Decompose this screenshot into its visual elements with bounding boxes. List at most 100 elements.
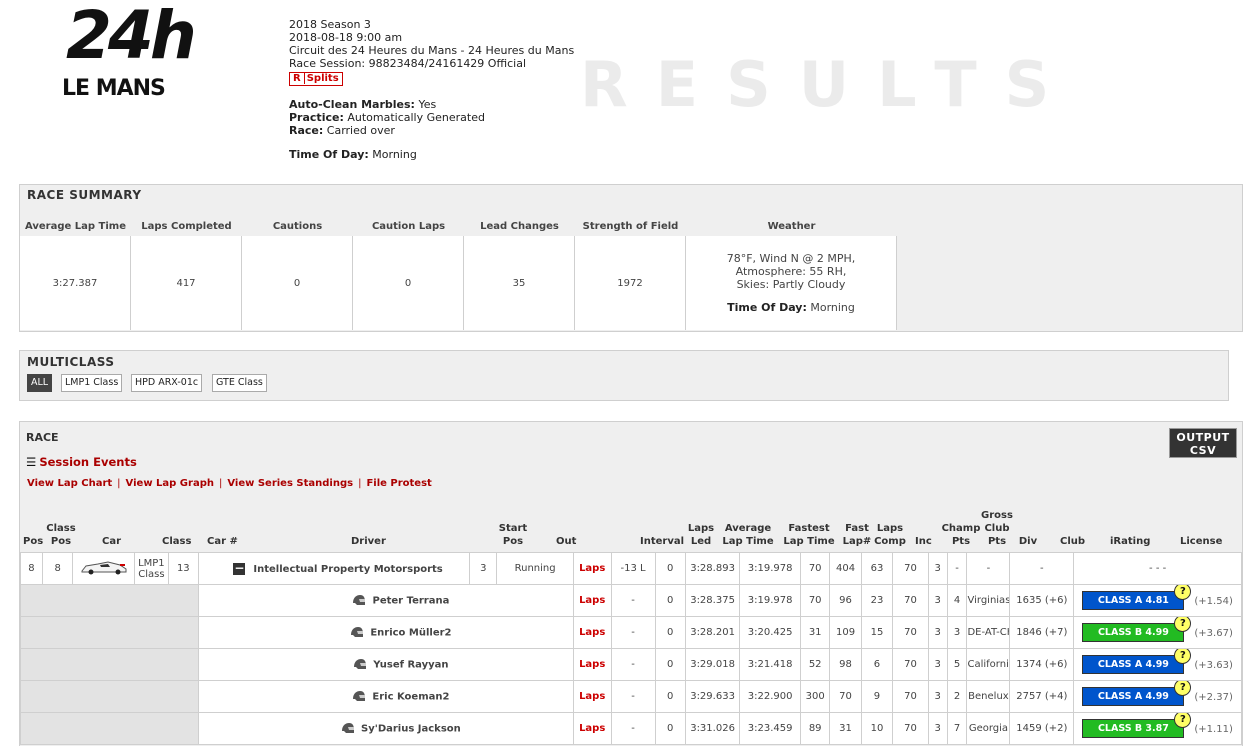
col-class: Class [162, 536, 192, 547]
session-events-link[interactable]: ☰ Session Events [26, 455, 137, 469]
driver-row[interactable]: Enrico Müller2 Laps -0 3:28.201 3:20.425 31 10… [20, 616, 1242, 649]
driver-name-cell: Yusef Rayyan [197, 648, 574, 681]
license-delta: (+3.63) [1194, 659, 1233, 671]
race-summary-panel: RACE SUMMARY Average Lap Time Laps Compl… [19, 184, 1243, 332]
view-lap-chart-link[interactable]: View Lap Chart [27, 478, 112, 489]
le-mans-logo: 24h LE MANS [60, 0, 216, 102]
driver-laps-led: 0 [654, 712, 686, 745]
question-icon[interactable]: ? [1174, 617, 1192, 632]
driver-inc: 15 [860, 616, 894, 649]
team-row[interactable]: 8 8 LMP1 Class 13 − Intellectual Property … [20, 552, 1242, 585]
team-laps-comp: 404 [829, 552, 862, 585]
driver-laps-link[interactable]: Laps [579, 627, 605, 638]
driver-club: California [966, 648, 1011, 681]
driver-row[interactable]: Yusef Rayyan Laps -0 3:29.018 3:21.418 52 98 6 7… [20, 648, 1242, 681]
driver-laps-link[interactable]: Laps [579, 691, 605, 702]
time-of-day-row: Time Of Day: Morning [289, 148, 417, 161]
file-protest-link[interactable]: File Protest [366, 478, 431, 489]
license-badge[interactable]: CLASS A 4.81? [1082, 585, 1192, 610]
view-series-standings-link[interactable]: View Series Standings [227, 478, 353, 489]
question-icon[interactable]: ? [1174, 649, 1192, 664]
license-badge[interactable]: CLASS A 4.99? [1082, 649, 1192, 674]
track-name: Circuit des 24 Heures du Mans - 24 Heure… [289, 44, 575, 57]
driver-irating-delta: (+4) [1044, 691, 1068, 702]
driver-interval: - [610, 584, 656, 617]
license-badge[interactable]: CLASS A 4.99? [1082, 681, 1192, 706]
season-label: 2018 Season 3 [289, 18, 371, 31]
driver-div: 4 [946, 584, 968, 617]
question-icon[interactable]: ? [1174, 681, 1192, 696]
view-lap-graph-link[interactable]: View Lap Graph [126, 478, 214, 489]
driver-name[interactable]: Eric Koeman2 [372, 692, 449, 703]
output-csv-button[interactable]: OUTPUT CSV [1169, 428, 1237, 458]
driver-name[interactable]: Sy'Darius Jackson [361, 724, 461, 735]
multiclass-panel: MULTICLASS ALL LMP1 Class HPD ARX-01c GT… [19, 350, 1229, 401]
driver-gross-pts: 3 [927, 648, 948, 681]
minus-icon[interactable]: − [233, 562, 246, 575]
driver-club: Virginias [966, 584, 1011, 617]
splits-button[interactable]: R Splits [289, 72, 343, 86]
driver-name[interactable]: Yusef Rayyan [373, 660, 448, 671]
team-fast-lap-number: 70 [800, 552, 831, 585]
driver-laps-comp: 98 [829, 648, 862, 681]
driver-license-cell: CLASS B 4.99? (+3.67) [1073, 616, 1242, 649]
col-fastest-lap-time: Fastest Lap Time [783, 523, 835, 547]
license-delta: (+2.37) [1194, 691, 1233, 703]
session-info: 2018 Season 3 2018-08-18 9:00 am Circuit… [289, 18, 574, 161]
class-filter-all[interactable]: ALL [27, 374, 53, 392]
driver-laps-link[interactable]: Laps [579, 595, 605, 606]
driver-row[interactable]: Peter Terrana Laps -0 3:28.375 3:19.978 70 96 2… [20, 584, 1242, 617]
driver-name-cell: Peter Terrana [197, 584, 574, 617]
driver-avg-lap: 3:29.018 [684, 648, 741, 681]
team-gross-pts: 3 [927, 552, 948, 585]
auto-clean-row: Auto-Clean Marbles: Yes [289, 98, 437, 111]
driver-fast-lap-number: 300 [800, 680, 831, 713]
driver-row[interactable]: Sy'Darius Jackson Laps -0 3:31.026 3:23.459 8… [20, 712, 1242, 745]
weather-skies: Skies: Partly Cloudy [736, 278, 846, 291]
race-panel: RACE OUTPUT CSV ☰ Session Events View Lap… [19, 421, 1243, 746]
driver-gross-pts: 3 [927, 584, 948, 617]
driver-laps-comp: 31 [829, 712, 862, 745]
class-filter-hpd[interactable]: HPD ARX-01c [131, 374, 203, 392]
license-delta: (+1.11) [1194, 723, 1233, 735]
helmet-icon [353, 595, 366, 605]
driver-laps-link[interactable]: Laps [579, 723, 605, 734]
header-average-lap-time: Average Lap Time [25, 221, 126, 232]
driver-irating-delta: (+6) [1044, 595, 1068, 606]
team-pos: 8 [20, 552, 43, 585]
row-spacer [20, 712, 199, 745]
driver-fast-lap-number: 52 [800, 648, 831, 681]
row-spacer [20, 680, 199, 713]
driver-irating: 1459 [1016, 723, 1042, 734]
question-icon[interactable]: ? [1174, 713, 1192, 728]
driver-license-cell: CLASS A 4.81? (+1.54) [1073, 584, 1242, 617]
driver-inc: 9 [860, 680, 894, 713]
team-license: - - - [1073, 552, 1242, 585]
team-laps-link[interactable]: Laps [579, 563, 605, 574]
driver-club: Benelux [966, 680, 1011, 713]
team-div: - [946, 552, 968, 585]
driver-interval: - [610, 648, 656, 681]
col-class-pos: Class Pos [46, 523, 76, 547]
driver-avg-lap: 3:28.375 [684, 584, 741, 617]
col-driver: Driver [351, 536, 386, 547]
driver-laps-link[interactable]: Laps [579, 659, 605, 670]
class-filter-gte[interactable]: GTE Class [212, 374, 267, 392]
driver-irating-delta: (+6) [1044, 659, 1068, 670]
driver-avg-lap: 3:31.026 [684, 712, 741, 745]
row-spacer [20, 584, 199, 617]
team-start-pos: 3 [469, 552, 498, 585]
value-caution-laps: 0 [353, 236, 464, 330]
driver-row[interactable]: Eric Koeman2 Laps -0 3:29.633 3:22.900 300 70 9… [20, 680, 1242, 713]
driver-name[interactable]: Peter Terrana [372, 596, 449, 607]
col-laps-comp: Laps Comp [874, 523, 906, 547]
col-start-pos: Start Pos [498, 523, 528, 547]
team-avg-lap: 3:28.893 [684, 552, 741, 585]
license-badge[interactable]: CLASS B 3.87? [1082, 713, 1192, 738]
driver-name[interactable]: Enrico Müller2 [370, 628, 451, 639]
col-inc: Inc [915, 536, 932, 547]
class-filter-lmp1[interactable]: LMP1 Class [61, 374, 123, 392]
driver-laps-comp: 70 [829, 680, 862, 713]
license-badge[interactable]: CLASS B 4.99? [1082, 617, 1192, 642]
question-icon[interactable]: ? [1174, 585, 1192, 600]
